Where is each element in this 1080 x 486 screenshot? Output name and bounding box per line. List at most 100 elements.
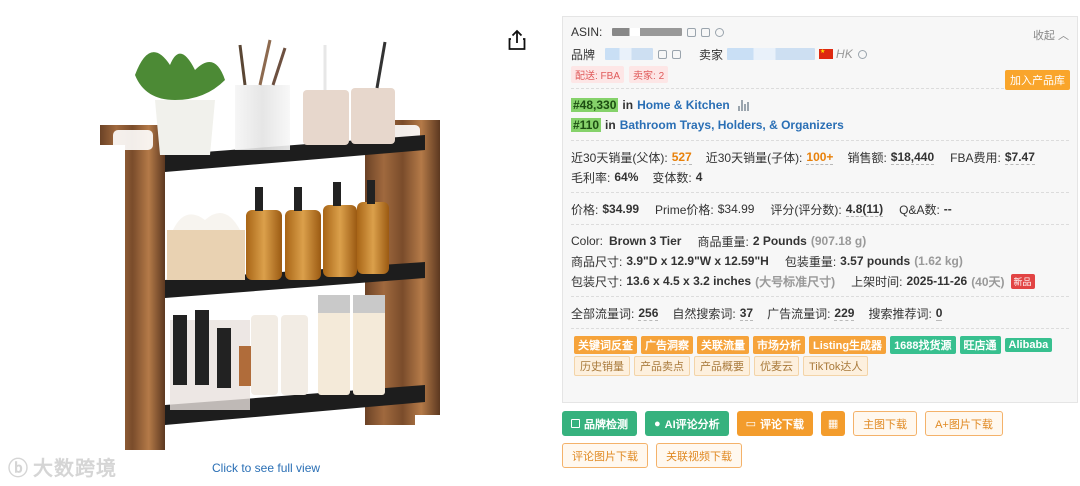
ai-review-analysis-button[interactable]: ● AI评论分析	[645, 411, 729, 436]
location-icon[interactable]	[715, 27, 725, 37]
tool-tiktok-creators[interactable]: TikTok达人	[803, 356, 869, 376]
asin-value-masked	[612, 28, 683, 36]
collapse-button[interactable]: 收起 ︿	[1033, 27, 1069, 43]
ai-icon: ●	[654, 417, 661, 430]
tool-alibaba[interactable]: Alibaba	[1004, 338, 1053, 352]
related-video-download-button[interactable]: 关联视频下载	[656, 443, 742, 468]
sales30-parent-value[interactable]: 527	[671, 150, 692, 165]
variants-label: 变体数:	[652, 170, 692, 185]
organic-search-words-value[interactable]: 37	[739, 306, 754, 321]
rank-in-text: in	[622, 98, 634, 112]
chevron-up-icon: ︿	[1058, 30, 1069, 42]
checkbox-icon	[571, 419, 580, 428]
seller-count-tag[interactable]: 卖家: 2	[629, 65, 669, 83]
price-value: $34.99	[602, 202, 640, 216]
category-link[interactable]: Home & Kitchen	[637, 98, 730, 112]
tool-product-summary[interactable]: 产品概要	[694, 356, 750, 376]
all-traffic-words-value[interactable]: 256	[638, 306, 659, 321]
brand-value-masked[interactable]	[605, 48, 654, 60]
copy-icon[interactable]	[658, 49, 668, 59]
asin-label: ASIN:	[571, 25, 603, 39]
tool-1688-sourcing[interactable]: 1688找货源	[890, 336, 956, 354]
rating-label: 评分(评分数):	[770, 202, 842, 217]
bar-chart-icon[interactable]	[737, 99, 749, 111]
ad-traffic-words-label: 广告流量词:	[767, 306, 831, 321]
comment-icon: ▭	[745, 418, 757, 430]
review-download-button[interactable]: ▭ 评论下载	[736, 411, 814, 436]
fba-fee-value[interactable]: $7.47	[1004, 150, 1035, 165]
package-size-label: 包装尺寸:	[571, 274, 623, 289]
aplus-image-download-button[interactable]: A+图片下载	[925, 411, 1003, 436]
revenue-value: $18,440	[890, 149, 935, 165]
tool-wangdiantong[interactable]: 旺店通	[959, 336, 1001, 354]
main-image-download-button[interactable]: 主图下载	[853, 411, 918, 436]
sales30-child-value[interactable]: 100+	[806, 150, 834, 165]
review-image-download-button[interactable]: 评论图片下载	[562, 443, 648, 468]
margin-value: 64%	[614, 170, 639, 184]
variants-value: 4	[695, 170, 703, 184]
ai-review-label: AI评论分析	[664, 418, 720, 431]
watermark-text: 大数跨境	[33, 458, 117, 480]
rank-in-text: in	[605, 118, 616, 132]
collapse-label: 收起	[1032, 30, 1055, 42]
copy-icon[interactable]	[687, 27, 697, 37]
prime-price-label: Prime价格:	[655, 202, 714, 217]
action-button-row-2: 评论图片下载 关联视频下载	[562, 443, 742, 468]
tool-ad-insight[interactable]: 广告洞察	[641, 336, 693, 354]
action-button-row: 品牌检测 ● AI评论分析 ▭ 评论下载 ▦ 主图下载 A+图片下载	[562, 411, 1003, 436]
full-view-link[interactable]: Click to see full view	[212, 461, 320, 475]
weight-label: 商品重量:	[697, 234, 749, 249]
brand-check-label: 品牌检测	[584, 418, 628, 431]
new-product-badge: 新品	[1010, 273, 1035, 289]
organic-search-words-label: 自然搜索词:	[672, 306, 736, 321]
tool-selling-points[interactable]: 产品卖点	[634, 356, 690, 376]
package-size-note: (大号标准尺寸)	[755, 274, 836, 289]
rating-value[interactable]: 4.8(11)	[845, 202, 884, 217]
rank-badge: #48,330	[571, 98, 619, 112]
search-recommend-words-value[interactable]: 0	[935, 306, 943, 321]
product-info-panel: 收起 ︿ ASIN: 品牌 卖家 HK 配送: FBA 卖家: 2 加入产品库 …	[562, 16, 1078, 403]
tool-keyword-reverse[interactable]: 关键词反查	[574, 336, 637, 354]
table-icon: ▦	[827, 418, 839, 430]
sales30-child-label: 近30天销量(子体):	[705, 150, 803, 165]
revenue-label: 销售额:	[847, 150, 887, 165]
package-weight-value: 3.57 pounds	[840, 254, 911, 268]
share-icon[interactable]	[507, 29, 527, 51]
product-image-area: ⓑ 大数跨境 Click to see full view	[0, 0, 540, 486]
weight-grams: (907.18 g)	[810, 234, 867, 248]
tool-listing-generator[interactable]: Listing生成器	[809, 336, 887, 354]
add-to-product-library-button[interactable]: 加入产品库	[1005, 70, 1070, 90]
brand-label: 品牌	[571, 47, 596, 62]
weight-value: 2 Pounds	[752, 234, 807, 248]
location-icon[interactable]	[857, 49, 867, 59]
color-value: Brown 3 Tier	[609, 234, 682, 248]
size-label: 商品尺寸:	[571, 254, 623, 269]
prime-price-value: $34.99	[717, 202, 755, 216]
fba-fee-label: FBA费用:	[950, 150, 1001, 165]
tool-sales-history[interactable]: 历史销量	[574, 356, 630, 376]
tool-related-traffic[interactable]: 关联流量	[697, 336, 749, 354]
category-link[interactable]: Bathroom Trays, Holders, & Organizers	[620, 118, 844, 132]
seller-location: HK	[836, 47, 853, 61]
product-image[interactable]	[95, 30, 445, 455]
sales30-parent-label: 近30天销量(父体):	[571, 150, 668, 165]
brand-check-button[interactable]: 品牌检测	[562, 411, 637, 436]
review-download-label: 评论下载	[760, 418, 805, 431]
seller-label: 卖家	[699, 47, 724, 62]
external-link-icon[interactable]	[672, 49, 682, 59]
size-value: 3.9"D x 12.9"W x 12.59"H	[626, 254, 769, 268]
qa-value: --	[943, 202, 952, 216]
delivery-tag: 配送: FBA	[571, 65, 625, 83]
table-icon-button[interactable]: ▦	[821, 411, 846, 436]
tool-youmaiyun[interactable]: 优麦云	[754, 356, 799, 376]
watermark-logo: ⓑ 大数跨境	[8, 452, 117, 481]
tool-market-analysis[interactable]: 市场分析	[753, 336, 805, 354]
color-label: Color:	[571, 234, 604, 248]
seller-value-masked[interactable]	[727, 48, 816, 60]
rank-badge: #110	[571, 118, 602, 132]
package-weight-label: 包装重量:	[784, 254, 837, 269]
ad-traffic-words-value[interactable]: 229	[834, 306, 855, 321]
margin-label: 毛利率:	[571, 170, 611, 185]
listed-days: (40天)	[971, 274, 1005, 289]
copy-icon[interactable]	[701, 27, 711, 37]
